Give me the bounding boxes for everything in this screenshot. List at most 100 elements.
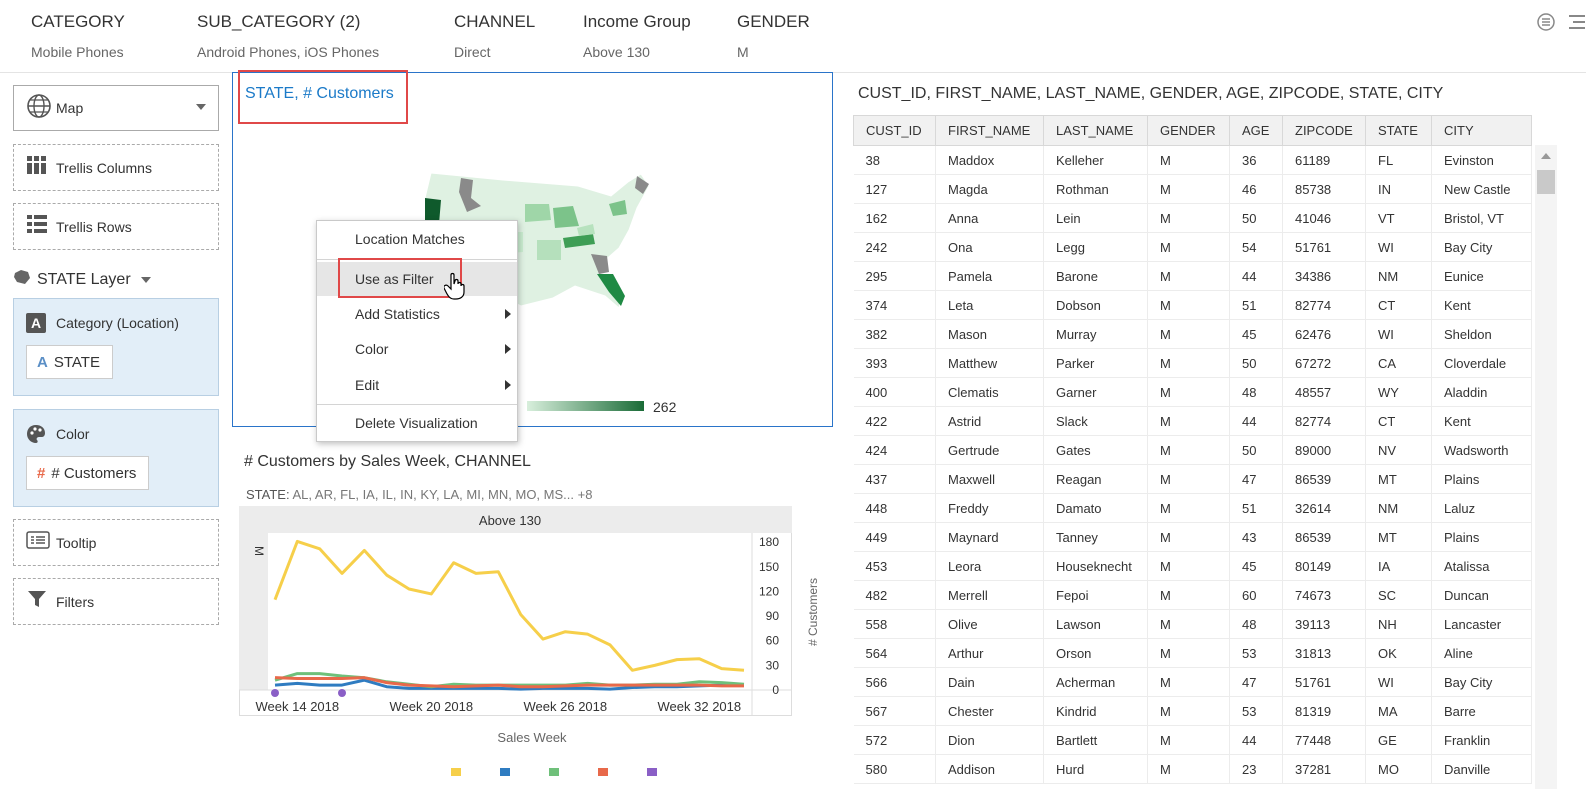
column-header[interactable]: ZIPCODE: [1282, 115, 1366, 146]
table-cell: 54: [1229, 232, 1283, 262]
x-tick-label: Week 14 2018: [256, 699, 340, 714]
column-header[interactable]: STATE: [1365, 115, 1432, 146]
filter-channel[interactable]: CHANNEL Direct: [454, 12, 535, 60]
table-cell: 74673: [1282, 580, 1366, 610]
line-chart-subtitle: STATE: AL, AR, FL, IA, IL, IN, KY, LA, M…: [246, 487, 592, 502]
table-cell: Damato: [1043, 493, 1148, 523]
table-row[interactable]: 449 Maynard Tanney M 43 86539 MT Plains: [853, 522, 1532, 552]
table-row[interactable]: 564 Arthur Orson M 53 31813 OK Aline: [853, 638, 1532, 668]
column-header[interactable]: LAST_NAME: [1043, 115, 1148, 146]
table-cell: 374: [853, 290, 936, 320]
table-row[interactable]: 482 Merrell Fepoi M 60 74673 SC Duncan: [853, 580, 1532, 610]
filters-drop[interactable]: Filters: [13, 578, 219, 625]
menu-icon[interactable]: [1566, 12, 1586, 32]
table-row[interactable]: 127 Magda Rothman M 46 85738 IN New Castle: [853, 174, 1532, 204]
state-pill[interactable]: A STATE: [26, 345, 113, 379]
table-cell: OK: [1365, 638, 1432, 668]
table-header-row: CUST_ID FIRST_NAME LAST_NAME GENDER AGE ZIPCO…: [853, 115, 1532, 146]
trellis-rows-drop[interactable]: Trellis Rows: [13, 203, 219, 250]
table-row[interactable]: 580 Addison Hurd M 23 37281 MO Danville: [853, 754, 1532, 784]
table-row[interactable]: 374 Leta Dobson M 51 82774 CT Kent: [853, 290, 1532, 320]
table-cell: 393: [853, 348, 936, 378]
table-row[interactable]: 382 Mason Murray M 45 62476 WI Sheldon: [853, 319, 1532, 349]
table-row[interactable]: 558 Olive Lawson M 48 39113 NH Lancaster: [853, 609, 1532, 639]
table-row[interactable]: 38 Maddox Kelleher M 36 61189 FL Evinston: [853, 145, 1532, 175]
customers-pill[interactable]: # # Customers: [26, 456, 150, 490]
color-drop[interactable]: Color # # Customers: [13, 409, 219, 507]
scroll-thumb[interactable]: [1537, 170, 1555, 194]
table-row[interactable]: 448 Freddy Damato M 51 32614 NM Laluz: [853, 493, 1532, 523]
column-header[interactable]: CITY: [1431, 115, 1532, 146]
table-row[interactable]: 400 Clematis Garner M 48 48557 WY Aladdin: [853, 377, 1532, 407]
layer-header[interactable]: STATE Layer: [13, 269, 151, 290]
table-row[interactable]: 572 Dion Bartlett M 44 77448 GE Franklin: [853, 725, 1532, 755]
category-header: A Category (Location): [26, 313, 218, 333]
column-header[interactable]: CUST_ID: [853, 115, 936, 146]
column-header[interactable]: GENDER: [1147, 115, 1230, 146]
filter-options-icon[interactable]: [1536, 12, 1556, 32]
x-tick-label: Week 26 2018: [524, 699, 608, 714]
table-cell: CA: [1365, 348, 1432, 378]
table-cell: 86539: [1282, 522, 1366, 552]
menu-item-edit[interactable]: Edit: [317, 368, 517, 402]
table-cell: Kelleher: [1043, 145, 1148, 175]
table-cell: 51: [1229, 290, 1283, 320]
line-chart[interactable]: Above 130 M 0 30 60 90 120 150 180 # Customers Wee…: [239, 506, 839, 776]
table-cell: MO: [1365, 754, 1432, 784]
table-cell: 48: [1229, 377, 1283, 407]
table-row[interactable]: 567 Chester Kindrid M 53 81319 MA Barre: [853, 696, 1532, 726]
table-row[interactable]: 424 Gertrude Gates M 50 89000 NV Wadsworth: [853, 435, 1532, 465]
table-row[interactable]: 393 Matthew Parker M 50 67272 CA Cloverdale: [853, 348, 1532, 378]
table-row[interactable]: 566 Dain Acherman M 47 51761 WI Bay City: [853, 667, 1532, 697]
trellis-columns-drop[interactable]: Trellis Columns: [13, 144, 219, 191]
table-scrollbar[interactable]: [1535, 145, 1557, 789]
table-cell: 449: [853, 522, 936, 552]
tooltip-label: Tooltip: [56, 534, 97, 551]
data-table: CUST_ID FIRST_NAME LAST_NAME GENDER AGE ZIPCO…: [853, 115, 1532, 784]
attribute-icon: A: [26, 313, 46, 333]
y-tick-label: 150: [759, 560, 779, 574]
table-cell: Maxwell: [935, 464, 1044, 494]
viz-type-select[interactable]: Map: [13, 85, 219, 131]
table-cell: 437: [853, 464, 936, 494]
table-cell: Olive: [935, 609, 1044, 639]
menu-item-location-matches[interactable]: Location Matches: [317, 222, 517, 256]
y-tick-label: 180: [759, 535, 779, 549]
menu-item-add-statistics[interactable]: Add Statistics: [317, 297, 517, 331]
y-tick-label: 60: [766, 634, 780, 648]
table-row[interactable]: 162 Anna Lein M 50 41046 VT Bristol, VT: [853, 203, 1532, 233]
filter-category[interactable]: CATEGORY Mobile Phones: [31, 12, 125, 60]
scroll-up-icon[interactable]: [1541, 153, 1551, 159]
legend-swatch: [451, 768, 461, 776]
menu-item-label: Color: [355, 341, 389, 357]
customers-pill-label: # Customers: [51, 464, 137, 482]
menu-item-delete-visualization[interactable]: Delete Visualization: [317, 406, 517, 440]
column-header[interactable]: FIRST_NAME: [935, 115, 1044, 146]
table-cell: Arthur: [935, 638, 1044, 668]
table-cell: M: [1147, 638, 1230, 668]
filter-income-group[interactable]: Income Group Above 130: [583, 12, 691, 60]
table-cell: 422: [853, 406, 936, 436]
table-cell: Legg: [1043, 232, 1148, 262]
table-container[interactable]: CUST_ID FIRST_NAME LAST_NAME GENDER AGE ZIPCO…: [853, 115, 1558, 789]
table-cell: Barre: [1431, 696, 1532, 726]
table-row[interactable]: 295 Pamela Barone M 44 34386 NM Eunice: [853, 261, 1532, 291]
legend-swatch: [500, 768, 510, 776]
table-row[interactable]: 422 Astrid Slack M 44 82774 CT Kent: [853, 406, 1532, 436]
filter-gender[interactable]: GENDER M: [737, 12, 810, 60]
table-cell: 61189: [1282, 145, 1366, 175]
table-row[interactable]: 453 Leora Houseknecht M 45 80149 IA Atalissa: [853, 551, 1532, 581]
table-cell: 482: [853, 580, 936, 610]
table-row[interactable]: 437 Maxwell Reagan M 47 86539 MT Plains: [853, 464, 1532, 494]
column-header[interactable]: AGE: [1229, 115, 1283, 146]
menu-separator: [317, 404, 517, 405]
category-location-drop[interactable]: A Category (Location) A STATE: [13, 298, 219, 396]
table-cell: M: [1147, 174, 1230, 204]
tooltip-drop[interactable]: Tooltip: [13, 519, 219, 566]
table-row[interactable]: 242 Ona Legg M 54 51761 WI Bay City: [853, 232, 1532, 262]
table-cell: M: [1147, 348, 1230, 378]
table-cell: 50: [1229, 203, 1283, 233]
legend-swatch: [647, 768, 657, 776]
menu-item-color[interactable]: Color: [317, 332, 517, 366]
filter-sub-category[interactable]: SUB_CATEGORY (2) Android Phones, iOS Pho…: [197, 12, 379, 60]
